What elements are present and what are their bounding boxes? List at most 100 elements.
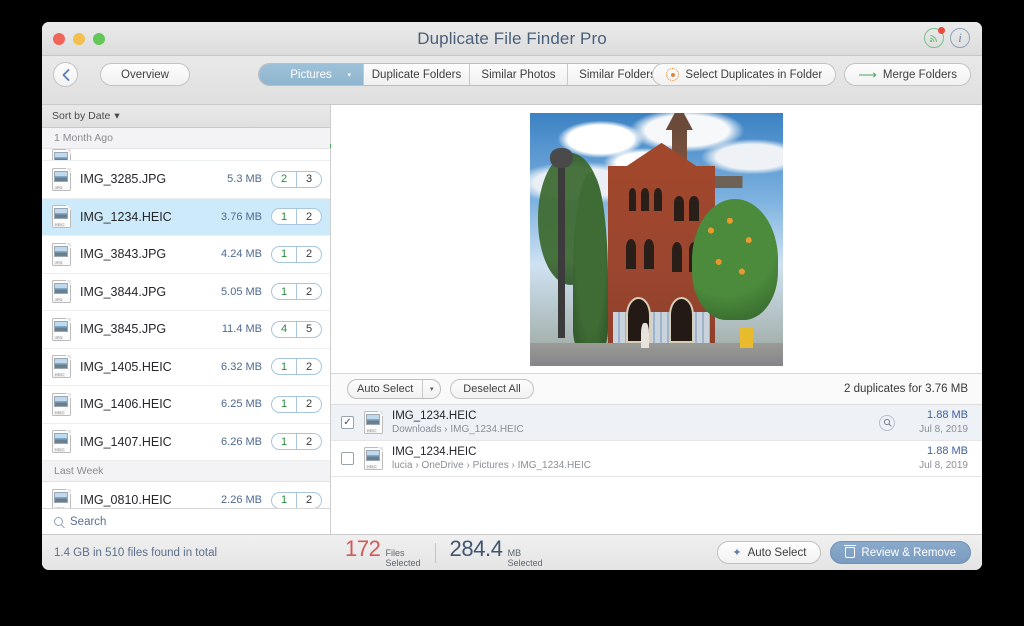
list-item[interactable]: JPG IMG_3845.JPG 11.4 MB 4 5 xyxy=(42,311,330,349)
row-meta: 1.88 MB Jul 8, 2019 xyxy=(919,445,968,472)
duplicates-count-label: 2 duplicates for 3.76 MB xyxy=(843,383,968,395)
row-checkbox[interactable] xyxy=(341,452,354,465)
image-file-icon: JPG xyxy=(52,317,71,341)
table-row[interactable]: ✓ HEIC IMG_1234.HEIC Downloads › IMG_123… xyxy=(331,405,982,441)
total-count: 2 xyxy=(305,360,313,373)
total-count: 2 xyxy=(305,398,313,411)
total-count: 3 xyxy=(305,173,313,186)
table-row[interactable]: HEIC IMG_1234.HEIC lucia › OneDrive › Pi… xyxy=(331,441,982,477)
total-count: 5 xyxy=(305,323,313,336)
file-name: IMG_3844.JPG xyxy=(80,284,167,299)
auto-select-button[interactable]: ✦ Auto Select xyxy=(717,541,822,564)
file-size: 5.05 MB xyxy=(221,285,262,298)
sidebar: Sort by Date ▾ 1 Month Ago JPG JPG IMG_3… xyxy=(42,105,331,534)
files-selected-stat: 172 Files Selected xyxy=(331,536,435,569)
info-icon[interactable]: i xyxy=(950,28,970,48)
file-name: IMG_3285.JPG xyxy=(80,172,167,187)
list-item[interactable]: HEIC IMG_0810.HEIC 2.26 MB 1 2 xyxy=(42,482,330,508)
group-header-last-week: Last Week xyxy=(42,461,330,482)
image-file-icon: HEIC xyxy=(52,488,71,508)
broadcast-icon[interactable] xyxy=(924,27,945,48)
image-file-icon: HEIC xyxy=(364,447,383,470)
row-checkbox[interactable]: ✓ xyxy=(341,416,354,429)
row-file-size: 1.88 MB xyxy=(927,445,968,458)
target-icon xyxy=(666,68,680,81)
file-name: IMG_1405.HEIC xyxy=(80,359,172,374)
list-item[interactable]: HEIC IMG_1406.HEIC 6.25 MB 1 2 xyxy=(42,386,330,424)
review-remove-button[interactable]: Review & Remove xyxy=(830,541,971,564)
tab-pictures-label: Pictures xyxy=(290,68,332,81)
image-file-icon: HEIC xyxy=(364,411,383,434)
duplicate-count-badge: 4 5 xyxy=(271,320,322,338)
file-size: 2.26 MB xyxy=(221,494,262,507)
duplicate-count-badge: 1 2 xyxy=(271,395,322,413)
duplicate-count-badge: 1 2 xyxy=(271,283,322,301)
app-window: Duplicate File Finder Pro i Overview Pic… xyxy=(42,22,982,570)
row-meta: 1.88 MB Jul 8, 2019 xyxy=(919,409,968,436)
back-button[interactable] xyxy=(53,62,78,87)
size-selected-line2: Selected xyxy=(507,558,543,568)
file-size: 6.32 MB xyxy=(221,360,262,373)
row-file-path: Downloads › IMG_1234.HEIC xyxy=(392,424,524,436)
window-body: Sort by Date ▾ 1 Month Ago JPG JPG IMG_3… xyxy=(42,105,982,534)
list-item[interactable]: JPG IMG_3844.JPG 5.05 MB 1 2 xyxy=(42,273,330,311)
list-item[interactable]: JPG IMG_3285.JPG 5.3 MB 2 3 xyxy=(42,161,330,199)
list-item[interactable]: HEIC IMG_1407.HEIC 6.26 MB 1 2 xyxy=(42,423,330,461)
file-size: 3.76 MB xyxy=(221,210,262,223)
row-file-date: Jul 8, 2019 xyxy=(919,459,968,471)
duplicate-count: 1 xyxy=(280,398,288,411)
file-name: IMG_3845.JPG xyxy=(80,322,167,337)
sort-control[interactable]: Sort by Date ▾ xyxy=(42,105,330,128)
select-duplicates-in-folder-button[interactable]: Select Duplicates in Folder xyxy=(652,63,837,86)
files-selected-line1: Files xyxy=(385,548,405,559)
file-list[interactable]: 1 Month Ago JPG JPG IMG_3285.JPG 5.3 MB … xyxy=(42,128,330,508)
auto-select-label: Auto Select xyxy=(357,383,414,395)
overview-button[interactable]: Overview xyxy=(100,63,190,86)
photo-preview xyxy=(331,105,982,374)
toolbar-actions: Select Duplicates in Folder ⟶ Merge Fold… xyxy=(652,63,971,86)
reveal-in-finder-icon[interactable] xyxy=(879,414,896,431)
duplicate-count-badge: 1 2 xyxy=(271,491,322,508)
file-name: IMG_1234.HEIC xyxy=(80,209,172,224)
merge-arrow-icon: ⟶ xyxy=(858,66,877,82)
duplicates-toolbar: Auto Select ▾ Deselect All 2 duplicates … xyxy=(331,374,982,405)
row-file-size: 1.88 MB xyxy=(927,409,968,422)
duplicate-count-badge: 1 2 xyxy=(271,208,322,226)
file-size: 4.24 MB xyxy=(221,248,262,261)
list-item[interactable]: JPG xyxy=(42,149,330,161)
row-file-name: IMG_1234.HEIC xyxy=(392,409,477,422)
group-header-1-month-ago: 1 Month Ago xyxy=(42,128,330,149)
auto-select-button-label: Auto Select xyxy=(747,546,807,559)
image-file-icon: JPG xyxy=(52,149,71,160)
deselect-all-button[interactable]: Deselect All xyxy=(450,379,534,399)
size-selected-stat: 284.4 MB Selected xyxy=(436,536,557,569)
total-count: 2 xyxy=(305,494,313,507)
total-count: 2 xyxy=(305,285,313,298)
file-name: IMG_0810.HEIC xyxy=(80,493,172,508)
chevron-down-icon[interactable]: ▾ xyxy=(422,380,440,398)
merge-folders-label: Merge Folders xyxy=(882,68,957,81)
list-item[interactable]: JPG IMG_3843.JPG 4.24 MB 1 2 xyxy=(42,236,330,274)
chevron-down-icon[interactable]: ▾ xyxy=(347,71,351,79)
search-placeholder: Search xyxy=(70,515,107,528)
search-field[interactable]: Search xyxy=(42,508,330,534)
image-file-icon: HEIC xyxy=(52,355,71,379)
files-selected-line2: Selected xyxy=(385,558,421,568)
auto-select-split-button[interactable]: Auto Select ▾ xyxy=(347,379,442,399)
toolbar: Overview Pictures ▾ Duplicate Folders Si… xyxy=(42,56,982,162)
tab-duplicate-folders[interactable]: Duplicate Folders xyxy=(364,64,470,85)
merge-folders-button[interactable]: ⟶ Merge Folders xyxy=(844,63,971,86)
total-count: 2 xyxy=(305,248,313,261)
list-item-selected[interactable]: HEIC IMG_1234.HEIC 3.76 MB 1 2 xyxy=(42,198,330,236)
category-tabs: Pictures ▾ Duplicate Folders Similar Pho… xyxy=(258,63,668,86)
image-file-icon: HEIC xyxy=(52,392,71,416)
notification-badge xyxy=(938,27,945,34)
duplicates-list: ✓ HEIC IMG_1234.HEIC Downloads › IMG_123… xyxy=(331,405,982,534)
tab-similar-photos[interactable]: Similar Photos xyxy=(470,64,568,85)
file-size: 11.4 MB xyxy=(221,323,262,336)
tab-pictures[interactable]: Pictures ▾ xyxy=(259,64,364,85)
list-item[interactable]: HEIC IMG_1405.HEIC 6.32 MB 1 2 xyxy=(42,348,330,386)
file-name: IMG_1407.HEIC xyxy=(80,434,172,449)
sort-label: Sort by Date xyxy=(52,110,111,122)
duplicate-count: 2 xyxy=(280,173,288,186)
